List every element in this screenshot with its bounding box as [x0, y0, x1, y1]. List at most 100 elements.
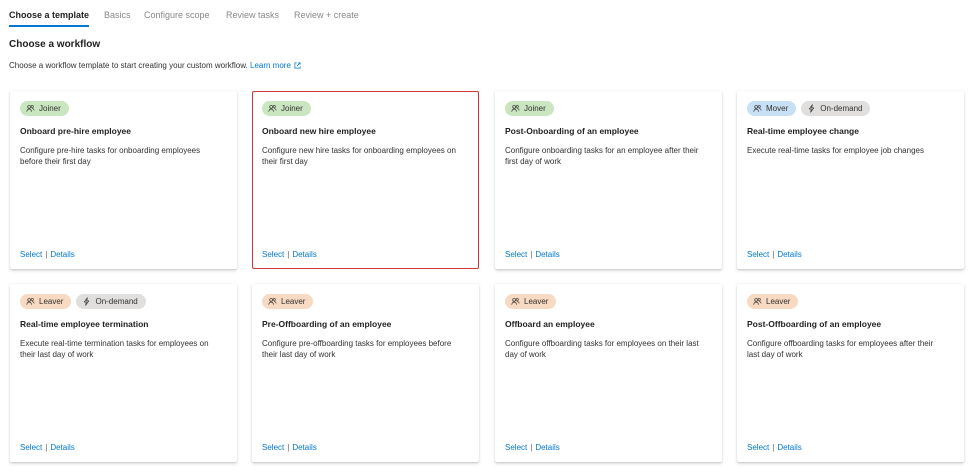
- card-content: Leaver On-demand Real-time employee termin…: [20, 294, 227, 452]
- card-content: Joiner Onboard pre-hire employee Configure…: [20, 101, 227, 259]
- tag-badge: On-demand: [801, 101, 871, 116]
- card-actions: Select | Details: [20, 443, 75, 452]
- card-title: Post-Onboarding of an employee: [505, 126, 639, 136]
- link-separator: |: [772, 250, 775, 259]
- link-separator: |: [45, 250, 48, 259]
- template-card[interactable]: Leaver Offboard an employee Configure offb…: [495, 284, 722, 462]
- card-actions: Select | Details: [262, 443, 317, 452]
- tag-badge: Leaver: [262, 294, 314, 309]
- link-separator: |: [45, 443, 48, 452]
- card-actions: Select | Details: [747, 250, 802, 259]
- learn-more-link[interactable]: Learn more: [250, 61, 301, 70]
- card-description: Configure pre-hire tasks for onboarding …: [20, 146, 201, 166]
- card-title: Post-Offboarding of an employee: [747, 319, 882, 329]
- select-link[interactable]: Select: [20, 250, 42, 259]
- card-title: Real-time employee termination: [20, 319, 149, 329]
- card-content: Joiner Post-Onboarding of an employee Conf…: [505, 101, 712, 259]
- people-icon: [511, 297, 520, 306]
- tag-badge: Leaver: [747, 294, 799, 309]
- lightning-icon: [82, 297, 91, 306]
- tag-badge: Mover: [747, 101, 797, 116]
- details-link[interactable]: Details: [777, 443, 801, 452]
- people-icon: [268, 297, 277, 306]
- lightning-icon: [807, 104, 816, 113]
- external-link-icon: [294, 62, 301, 69]
- tab-configure-scope[interactable]: Configure scope: [144, 10, 210, 20]
- details-link[interactable]: Details: [777, 250, 801, 259]
- card-title: Pre-Offboarding of an employee: [262, 319, 392, 329]
- select-link[interactable]: Select: [20, 443, 42, 452]
- card-tags: Leaver On-demand: [20, 294, 227, 310]
- details-link[interactable]: Details: [292, 250, 316, 259]
- people-icon: [753, 104, 762, 113]
- details-link[interactable]: Details: [50, 250, 74, 259]
- link-separator: |: [287, 250, 290, 259]
- tag-label: Joiner: [524, 104, 546, 113]
- tab-choose-a-template[interactable]: Choose a template: [9, 10, 89, 20]
- active-tab-indicator: [9, 25, 89, 27]
- card-actions: Select | Details: [747, 443, 802, 452]
- card-tags: Joiner: [262, 101, 469, 117]
- tab-basics[interactable]: Basics: [104, 10, 131, 20]
- link-separator: |: [530, 250, 533, 259]
- template-card[interactable]: Joiner Onboard pre-hire employee Configure…: [10, 91, 237, 269]
- tag-label: Joiner: [281, 104, 303, 113]
- link-separator: |: [287, 443, 290, 452]
- people-icon: [268, 104, 277, 113]
- card-description: Configure new hire tasks for onboarding …: [262, 146, 456, 166]
- people-icon: [26, 297, 35, 306]
- card-title: Real-time employee change: [747, 126, 859, 136]
- tag-badge: Joiner: [505, 101, 554, 116]
- tag-badge: Leaver: [20, 294, 72, 309]
- tag-badge: Joiner: [262, 101, 311, 116]
- tag-label: Leaver: [524, 297, 549, 306]
- tag-badge: Leaver: [505, 294, 557, 309]
- template-card[interactable]: Leaver Pre-Offboarding of an employee Conf…: [252, 284, 479, 462]
- link-separator: |: [530, 443, 533, 452]
- tag-label: Leaver: [39, 297, 64, 306]
- select-link[interactable]: Select: [505, 443, 527, 452]
- select-link[interactable]: Select: [747, 443, 769, 452]
- card-content: Leaver Offboard an employee Configure offb…: [505, 294, 712, 452]
- details-link[interactable]: Details: [292, 443, 316, 452]
- tab-review-create[interactable]: Review + create: [294, 10, 359, 20]
- card-title: Onboard pre-hire employee: [20, 126, 131, 136]
- details-link[interactable]: Details: [535, 250, 559, 259]
- select-link[interactable]: Select: [747, 250, 769, 259]
- card-tags: Leaver: [747, 294, 954, 310]
- template-card[interactable]: Leaver Post-Offboarding of an employee Con…: [737, 284, 964, 462]
- tag-label: On-demand: [95, 297, 138, 306]
- tag-badge: Joiner: [20, 101, 69, 116]
- card-content: Leaver Pre-Offboarding of an employee Conf…: [262, 294, 469, 452]
- card-content: Joiner Onboard new hire employee Configure…: [262, 101, 469, 259]
- card-tags: Leaver: [505, 294, 712, 310]
- tag-badge: On-demand: [76, 294, 146, 309]
- details-link[interactable]: Details: [50, 443, 74, 452]
- select-link[interactable]: Select: [262, 443, 284, 452]
- card-description: Configure offboarding tasks for employee…: [747, 339, 934, 359]
- wizard-tabs: Choose a template Basics Configure scope…: [0, 0, 975, 28]
- card-actions: Select | Details: [262, 250, 317, 259]
- select-link[interactable]: Select: [505, 250, 527, 259]
- tag-label: Mover: [766, 104, 789, 113]
- tag-label: On-demand: [820, 104, 863, 113]
- card-title: Onboard new hire employee: [262, 126, 376, 136]
- details-link[interactable]: Details: [535, 443, 559, 452]
- template-card[interactable]: Joiner Post-Onboarding of an employee Conf…: [495, 91, 722, 269]
- card-tags: Mover On-demand: [747, 101, 954, 117]
- people-icon: [753, 297, 762, 306]
- description-text: Choose a workflow template to start crea…: [9, 61, 248, 70]
- people-icon: [26, 104, 35, 113]
- select-link[interactable]: Select: [262, 250, 284, 259]
- template-card[interactable]: Joiner Onboard new hire employee Configure…: [252, 91, 479, 269]
- tag-label: Joiner: [39, 104, 61, 113]
- card-content: Leaver Post-Offboarding of an employee Con…: [747, 294, 954, 452]
- template-card[interactable]: Mover On-demand Real-time employee change E…: [737, 91, 964, 269]
- card-actions: Select | Details: [505, 443, 560, 452]
- card-content: Mover On-demand Real-time employee change E…: [747, 101, 954, 259]
- card-tags: Joiner: [505, 101, 712, 117]
- page-heading: Choose a workflow: [9, 39, 101, 50]
- tab-review-tasks[interactable]: Review tasks: [226, 10, 279, 20]
- template-card[interactable]: Leaver On-demand Real-time employee termin…: [10, 284, 237, 462]
- learn-more-label: Learn more: [250, 61, 291, 70]
